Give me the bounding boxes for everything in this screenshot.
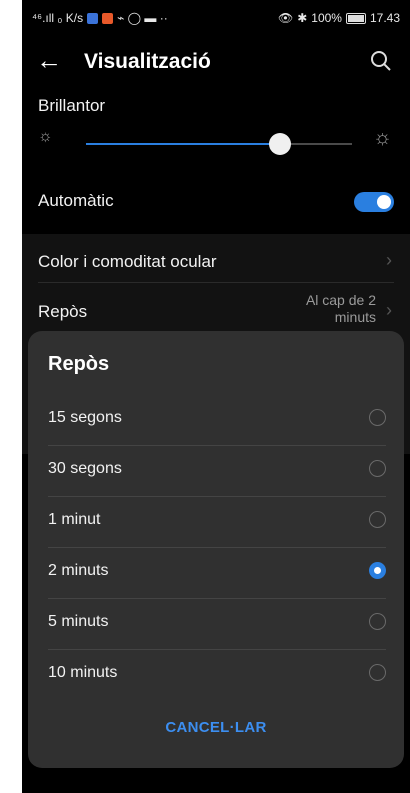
status-left: ⁴⁶.ıll ₀ K/s ⌁ ◯ ▬ ·· [32, 11, 168, 25]
option-10-minutes[interactable]: 10 minuts [28, 650, 404, 701]
brightness-label: Brillantor [38, 96, 106, 115]
radio-button[interactable] [369, 613, 386, 630]
battery-percent: 100% [311, 11, 342, 25]
option-15-seconds[interactable]: 15 segons [28, 395, 404, 446]
color-comfort-item[interactable]: Color i comoditat ocular [38, 252, 217, 272]
option-label: 2 minuts [48, 562, 109, 579]
toggle-knob [377, 195, 391, 209]
option-30-seconds[interactable]: 30 segons [28, 446, 404, 497]
signal-icon: ⁴⁶.ıll ₀ K/s [32, 11, 84, 25]
search-icon[interactable] [370, 50, 392, 72]
page-title: Visualització [84, 50, 211, 73]
app-notification-icon [102, 12, 114, 24]
sun-small-icon: ☼ [38, 128, 53, 145]
option-5-minutes[interactable]: 5 minuts [28, 599, 404, 650]
dialog-title: Repòs [48, 353, 110, 375]
radio-button-selected[interactable] [369, 562, 386, 579]
radio-button[interactable] [369, 460, 386, 477]
screen: ⁴⁶.ıll ₀ K/s ⌁ ◯ ▬ ·· 👁 ✱ 100% 17.43 ← V… [22, 0, 410, 793]
radio-button[interactable] [369, 409, 386, 426]
sleep-value: Al cap de 2 minuts [305, 292, 376, 325]
radio-button[interactable] [369, 664, 386, 681]
brightness-slider-fill [86, 143, 281, 145]
cancel-button[interactable]: CANCEL·LAR [28, 719, 404, 736]
option-label: 30 segons [48, 460, 122, 477]
brightness-slider[interactable] [86, 133, 352, 155]
option-label: 15 segons [48, 409, 122, 426]
bluetooth-icon: ✱ [297, 11, 308, 25]
automatic-row[interactable]: Automàtic [22, 176, 410, 226]
radio-button[interactable] [369, 511, 386, 528]
sleep-item[interactable]: Repòs [38, 302, 87, 322]
chevron-right-icon: › [386, 300, 392, 320]
option-label: 10 minuts [48, 664, 118, 681]
automatic-label: Automàtic [38, 191, 114, 210]
battery-icon [345, 12, 366, 24]
divider [38, 282, 394, 283]
automatic-toggle[interactable] [354, 192, 394, 212]
option-2-minutes[interactable]: 2 minuts [28, 548, 404, 599]
notification-icons: ⌁ ◯ ▬ ·· [117, 11, 168, 25]
back-arrow-icon[interactable]: ← [36, 45, 62, 76]
option-label: 1 minut [48, 511, 101, 528]
sleep-dialog: Repòs 15 segons 30 segons 1 minut 2 minu… [28, 331, 404, 768]
app-notification-icon [87, 12, 99, 24]
status-bar: ⁴⁶.ıll ₀ K/s ⌁ ◯ ▬ ·· 👁 ✱ 100% 17.43 [22, 0, 410, 36]
brightness-slider-thumb[interactable] [269, 133, 292, 155]
status-right: 👁 ✱ 100% 17.43 [278, 11, 400, 25]
option-label: 5 minuts [48, 613, 109, 630]
sun-large-icon: ☼ [372, 126, 392, 149]
option-1-minute[interactable]: 1 minut [28, 497, 404, 548]
app-bar: ← Visualització [22, 36, 410, 86]
clock: 17.43 [369, 11, 400, 25]
chevron-right-icon: › [386, 250, 392, 270]
eye-comfort-icon: 👁 [277, 11, 294, 25]
